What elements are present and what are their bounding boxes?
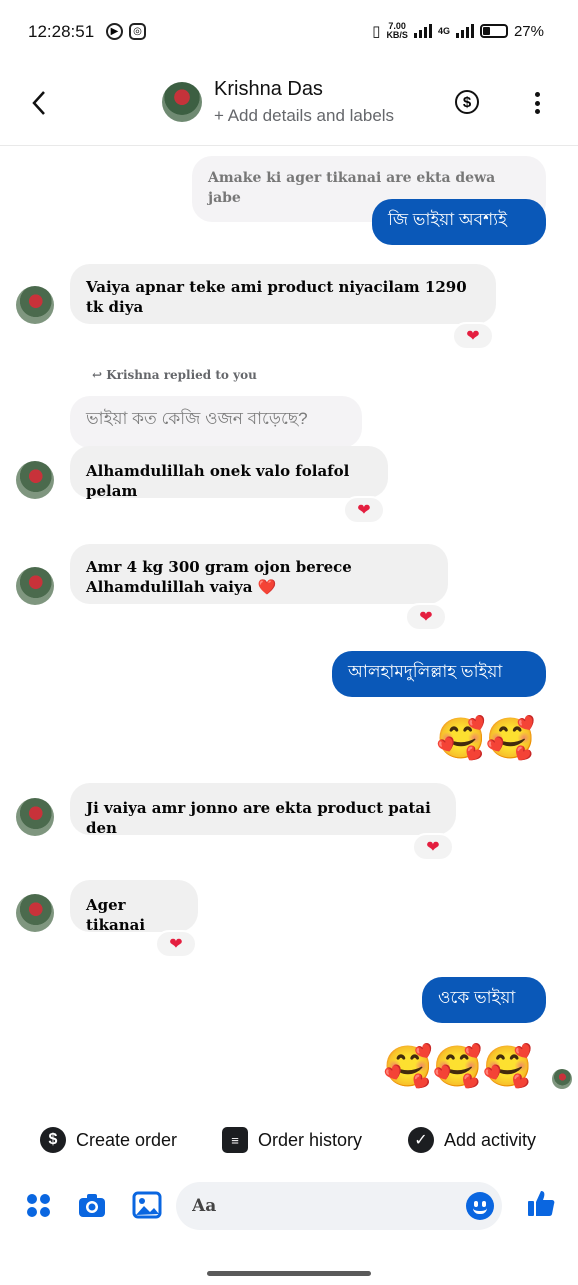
apps-icon[interactable]	[24, 1190, 54, 1220]
avatar[interactable]	[16, 286, 54, 324]
camera-icon[interactable]	[77, 1190, 107, 1220]
heart-reaction-icon[interactable]: ❤	[412, 833, 454, 861]
emoji-message[interactable]: 🥰🥰	[436, 715, 536, 763]
add-activity-label: Add activity	[444, 1129, 537, 1150]
net-speed-unit: KB/S	[386, 30, 408, 40]
emoji-icon[interactable]	[466, 1192, 494, 1220]
order-history-label: Order history	[258, 1129, 363, 1150]
message-incoming[interactable]: Ji vaiya amr jonno are ekta product pata…	[70, 783, 456, 837]
order-history-button[interactable]: ≡ Order history	[222, 1120, 362, 1160]
status-bar: 12:28:51 ▶ ◎ ▯ 7.00 KB/S 4G 27%	[0, 0, 578, 64]
back-icon[interactable]	[28, 88, 52, 118]
emoji-message[interactable]: 🥰🥰🥰	[383, 1043, 532, 1091]
message-outgoing[interactable]: ওকে ভাইয়া	[422, 977, 546, 1023]
message-incoming[interactable]: Ager tikanai	[70, 880, 198, 934]
instagram-icon: ◎	[129, 23, 146, 40]
message-outgoing[interactable]: আলহামদুলিল্লাহ ভাইয়া	[332, 651, 546, 697]
heart-reaction-icon[interactable]: ❤	[405, 603, 447, 631]
heart-reaction-icon[interactable]: ❤	[155, 930, 197, 958]
quoted-message[interactable]: ভাইয়া কত কেজি ওজন বাড়েছে?	[70, 396, 362, 448]
wifi-signal-icon	[413, 24, 432, 38]
checkmark-icon: ✓	[408, 1127, 434, 1153]
vibrate-icon: ▯	[372, 23, 381, 40]
message-input-container[interactable]	[176, 1182, 502, 1230]
avatar[interactable]	[16, 567, 54, 605]
home-indicator	[207, 1271, 371, 1276]
more-vert-icon[interactable]	[534, 92, 540, 114]
status-time: 12:28:51	[28, 22, 95, 41]
message-incoming[interactable]: Vaiya apnar teke ami product niyacilam 1…	[70, 264, 496, 324]
composer	[0, 1174, 578, 1238]
message-incoming[interactable]: Amr 4 kg 300 gram ojon berece Alhamdulil…	[70, 544, 448, 604]
message-incoming[interactable]: Alhamdulillah onek valo folafol pelam	[70, 446, 388, 500]
play-icon: ▶	[106, 23, 123, 40]
chat-header: Krishna Das + Add details and labels $	[0, 64, 578, 146]
message-input[interactable]	[192, 1194, 462, 1218]
like-icon[interactable]	[526, 1188, 556, 1218]
create-order-button[interactable]: $ Create order	[40, 1120, 177, 1160]
seen-avatar	[552, 1069, 572, 1089]
list-icon: ≡	[222, 1127, 248, 1153]
battery-icon	[479, 24, 508, 38]
avatar[interactable]	[16, 461, 54, 499]
avatar[interactable]	[16, 798, 54, 836]
message-outgoing[interactable]: জি ভাইয়া অবশ্যই	[372, 199, 546, 245]
battery-level: 27%	[513, 22, 544, 40]
cell-signal-icon	[455, 24, 474, 38]
avatar[interactable]	[16, 894, 54, 932]
avatar[interactable]	[162, 82, 202, 122]
network-type: 4G	[437, 25, 450, 36]
heart-reaction-icon[interactable]: ❤	[452, 322, 494, 350]
dollar-icon: $	[40, 1127, 66, 1153]
reply-note: ↩ Krishna replied to you	[92, 368, 257, 382]
quick-actions: $ Create order ≡ Order history ✓ Add act…	[0, 1112, 578, 1168]
create-order-label: Create order	[76, 1129, 178, 1150]
dollar-icon[interactable]: $	[455, 90, 479, 114]
gallery-icon[interactable]	[132, 1190, 162, 1220]
add-details-link[interactable]: + Add details and labels	[214, 106, 394, 126]
add-activity-button[interactable]: ✓ Add activity	[408, 1120, 536, 1160]
heart-reaction-icon[interactable]: ❤	[343, 496, 385, 524]
contact-name[interactable]: Krishna Das	[214, 78, 323, 101]
